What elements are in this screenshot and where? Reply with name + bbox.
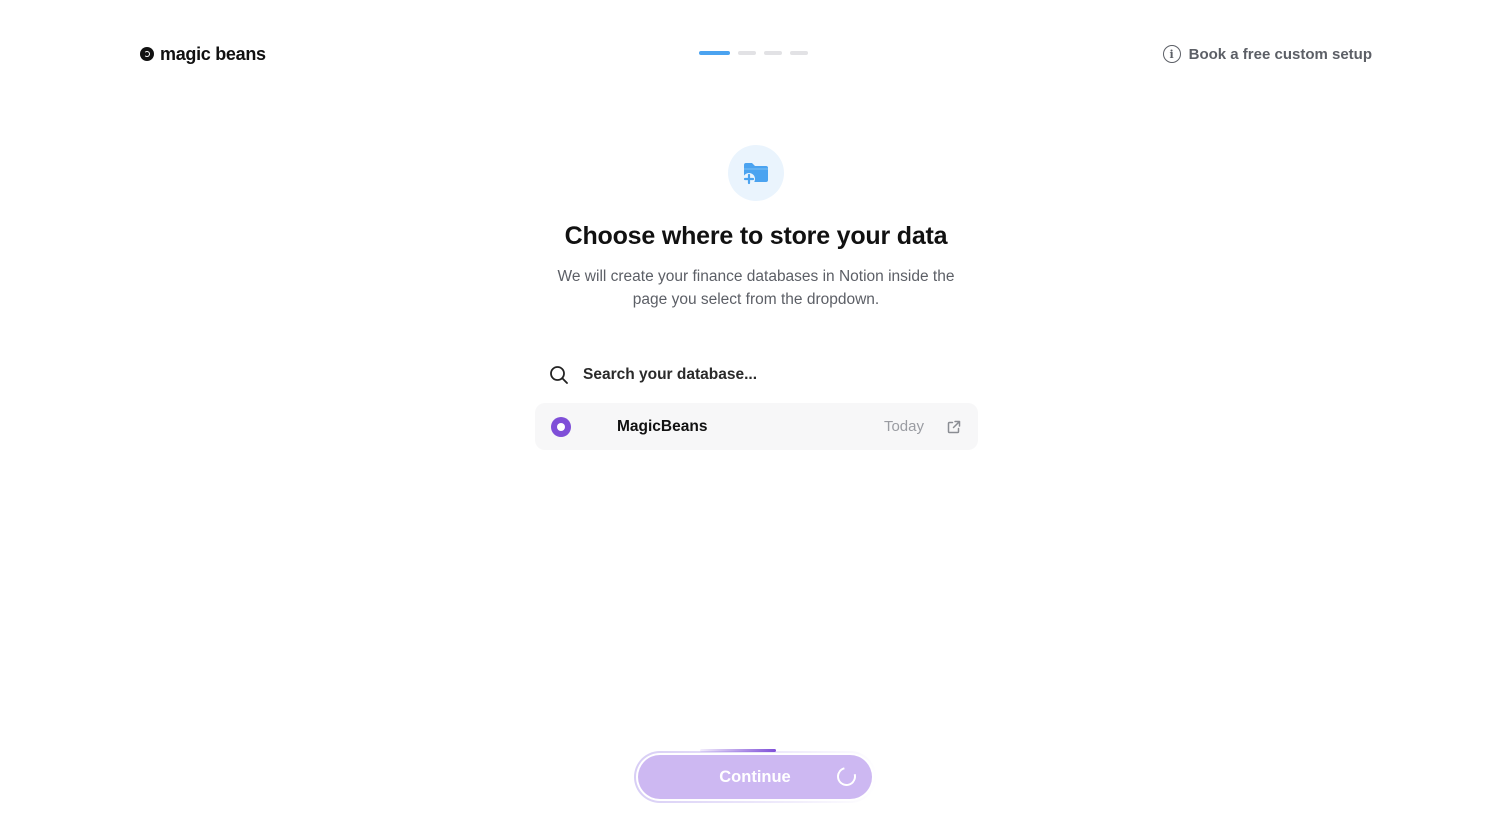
continue-button-wrapper: Continue xyxy=(634,751,876,803)
info-icon: i xyxy=(1162,45,1181,63)
page-title: Choose where to store your data xyxy=(564,222,948,250)
folder-plus-icon xyxy=(728,145,784,201)
step-indicator-4 xyxy=(790,51,808,55)
page-subtitle: We will create your finance databases in… xyxy=(557,268,955,308)
continue-progress-accent xyxy=(700,749,776,752)
book-setup-link[interactable]: i Book a free custom setup xyxy=(1162,42,1372,66)
search-input[interactable] xyxy=(583,366,943,384)
database-radio[interactable] xyxy=(551,416,571,437)
database-search xyxy=(535,358,978,392)
database-date: Today xyxy=(883,418,924,435)
brand-name: magic beans xyxy=(160,43,266,64)
external-link-icon[interactable] xyxy=(946,419,962,435)
continue-button[interactable]: Continue xyxy=(638,755,872,799)
database-name: MagicBeans xyxy=(617,417,708,435)
step-indicator-1 xyxy=(699,51,730,55)
search-icon xyxy=(550,366,568,384)
step-indicator-3 xyxy=(764,51,782,55)
brand-logo[interactable]: magic beans xyxy=(140,42,266,66)
step-indicator-2 xyxy=(738,51,756,55)
onboarding-page: magic beans i Book a free custom setup C… xyxy=(0,0,1512,814)
spinner-icon xyxy=(833,763,860,790)
continue-label: Continue xyxy=(719,767,791,786)
progress-stepper xyxy=(699,51,808,55)
database-list-item[interactable]: MagicBeans Today xyxy=(535,403,978,450)
book-setup-label: Book a free custom setup xyxy=(1188,45,1372,63)
magic-beans-logo-icon xyxy=(140,47,154,61)
